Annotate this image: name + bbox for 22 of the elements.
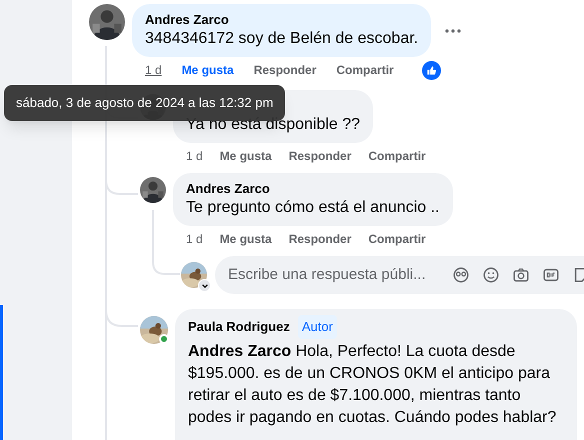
reply-link[interactable]: Responder [254, 61, 316, 79]
author-name[interactable]: Andres Zarco [145, 11, 418, 28]
comment-text: Te pregunto cómo está el anuncio .. [186, 198, 440, 218]
author-badge: Autor [298, 315, 337, 338]
timestamp-link[interactable]: 1 d [186, 230, 203, 248]
reply-link[interactable]: Responder [288, 147, 352, 165]
author-name[interactable]: Paula Rodriguez [188, 317, 290, 336]
like-link[interactable]: Me gusta [220, 147, 272, 165]
reply-link[interactable]: Responder [288, 230, 352, 248]
comment-text: Andres Zarco Hola, Perfecto! La cuota desde $195.000. es de un CRONOS 0KM el anticipo para retirar el auto es de $7.100.000, mientras tanto podes ir pagando en cuotas. Cuándo podes hablar? [188, 342, 558, 428]
share-link[interactable]: Compartir [368, 147, 426, 165]
timestamp-link[interactable]: 1 d [186, 147, 203, 165]
share-link[interactable]: Compartir [368, 230, 426, 248]
timestamp-link[interactable]: 1 d [145, 61, 162, 79]
author-name[interactable]: Andres Zarco [186, 180, 440, 197]
like-link[interactable]: Me gusta [220, 230, 272, 248]
comment-composer[interactable]: Escribe una respuesta públi... [215, 256, 584, 294]
share-link[interactable]: Compartir [336, 61, 394, 79]
like-link[interactable]: Me gusta [182, 61, 234, 79]
tooltip: sábado, 3 de agosto de 2024 a las 12:32 pm [4, 85, 286, 120]
reply-input-field[interactable]: Escribe una respuesta públi... [228, 264, 440, 286]
comment-text: 3484346172 soy de Belén de escobar. [145, 29, 418, 49]
